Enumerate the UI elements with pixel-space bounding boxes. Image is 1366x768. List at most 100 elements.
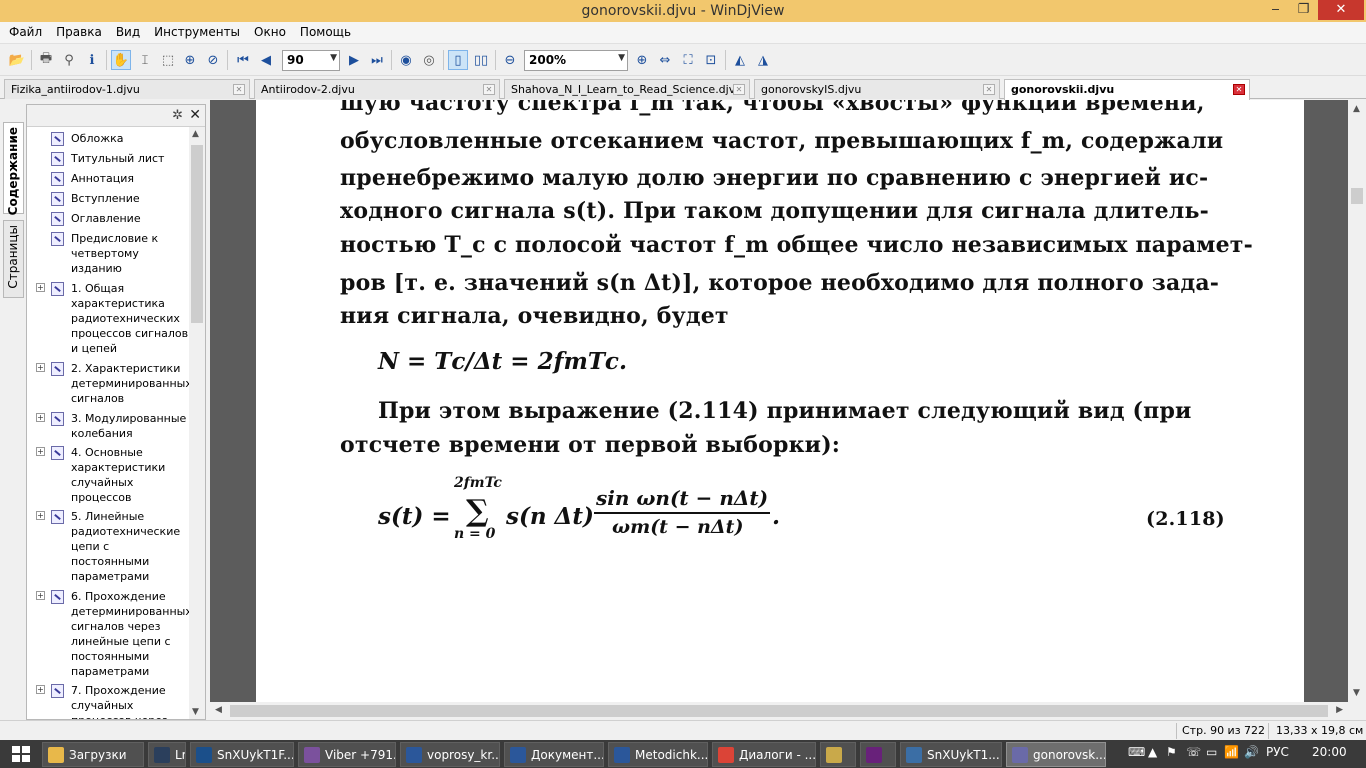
zoom-in-tool-icon[interactable]: ⊕: [180, 50, 200, 70]
flag-icon[interactable]: ⚑: [1166, 745, 1177, 759]
zoom-out-icon[interactable]: ⊖: [500, 50, 520, 70]
close-icon[interactable]: ✕: [733, 84, 745, 95]
expand-icon[interactable]: +: [36, 685, 45, 694]
scroll-thumb[interactable]: [1351, 188, 1363, 204]
vertical-scrollbar[interactable]: ▲ ▼: [1348, 100, 1366, 702]
taskbar-app[interactable]: voprosy_kr...: [400, 742, 500, 767]
tab-gonorovskyis[interactable]: gonorovskyIS.djvu ✕: [754, 79, 1000, 99]
taskbar-app[interactable]: [820, 742, 856, 767]
battery-icon[interactable]: ▭: [1206, 745, 1217, 759]
menu-tools[interactable]: Инструменты: [147, 22, 247, 42]
hand-tool-icon[interactable]: ✋: [111, 50, 131, 70]
scroll-thumb[interactable]: [230, 705, 1328, 717]
taskbar-app[interactable]: Viber +791...: [298, 742, 396, 767]
taskbar-app[interactable]: Документ...: [504, 742, 604, 767]
tab-fizika[interactable]: Fizika_antiirodov-1.djvu ✕: [4, 79, 250, 99]
network-icon[interactable]: 📶: [1224, 745, 1239, 759]
chevron-down-icon[interactable]: ▼: [1353, 688, 1360, 698]
expand-icon[interactable]: +: [36, 413, 45, 422]
menu-window[interactable]: Окно: [247, 22, 293, 42]
status-divider: [1176, 723, 1177, 739]
chevron-down-icon[interactable]: ▼: [330, 53, 337, 63]
back-icon[interactable]: ◉: [396, 50, 416, 70]
close-icon[interactable]: ✕: [233, 84, 245, 95]
document-view[interactable]: шую частоту спектра f_m так, чтобы «хвос…: [210, 100, 1348, 702]
tab-pages[interactable]: Страницы: [3, 220, 24, 298]
menu-edit[interactable]: Правка: [49, 22, 109, 42]
gear-icon[interactable]: ✲: [172, 108, 183, 123]
bookmark-icon: [51, 362, 64, 376]
viber-tray-icon[interactable]: ☏: [1186, 745, 1201, 759]
tab-shahova[interactable]: Shahova_N_I_Learn_to_Read_Science.djvu ✕: [504, 79, 750, 99]
open-icon[interactable]: 📂: [7, 50, 27, 70]
sidebar-scrollbar[interactable]: ▲ ▼: [189, 127, 205, 719]
page-number-input[interactable]: 90 ▼: [282, 50, 340, 71]
close-icon[interactable]: ✕: [1233, 84, 1245, 95]
prev-page-icon[interactable]: ◀: [256, 50, 276, 70]
rotate-left-icon[interactable]: ◭: [730, 50, 750, 70]
tab-antiirodov[interactable]: Antiirodov-2.djvu ✕: [254, 79, 500, 99]
start-icon[interactable]: [12, 746, 30, 762]
close-icon[interactable]: ✕: [189, 107, 201, 123]
bookmark-icon: [51, 446, 64, 460]
first-page-icon[interactable]: ⏮: [233, 50, 253, 70]
taskbar-app[interactable]: gonorovsk...: [1006, 742, 1106, 767]
title-bar: gonorovskii.djvu - WinDjView ‒ ❐ ✕: [0, 0, 1366, 22]
scroll-thumb[interactable]: [191, 145, 203, 323]
chevron-left-icon[interactable]: ◀: [215, 705, 222, 715]
menu-help[interactable]: Помощь: [293, 22, 358, 42]
expand-icon[interactable]: +: [36, 447, 45, 456]
arrow-up-icon[interactable]: ▲: [1148, 745, 1157, 759]
rotate-right-icon[interactable]: ◮: [753, 50, 773, 70]
tab-gonorovskii[interactable]: gonorovskii.djvu ✕: [1004, 79, 1250, 100]
fit-width-icon[interactable]: ⇔: [655, 50, 675, 70]
chevron-up-icon[interactable]: ▲: [192, 129, 199, 139]
zoom-in-icon[interactable]: ⊕: [632, 50, 652, 70]
menu-file[interactable]: Файл: [2, 22, 49, 42]
language-indicator[interactable]: РУС: [1266, 745, 1289, 759]
horizontal-scrollbar[interactable]: ◀ ▶: [210, 702, 1348, 720]
keyboard-icon[interactable]: ⌨: [1128, 745, 1145, 759]
text-select-icon[interactable]: 𝙸: [135, 50, 155, 70]
restore-button[interactable]: ❐: [1290, 0, 1317, 20]
rect-select-icon[interactable]: ⬚: [158, 50, 178, 70]
close-button[interactable]: ✕: [1318, 0, 1364, 20]
last-page-icon[interactable]: ⏭: [367, 50, 387, 70]
find-icon[interactable]: ⚲: [59, 50, 79, 70]
taskbar-app[interactable]: Lr: [148, 742, 186, 767]
fit-page-icon[interactable]: ⛶: [678, 50, 698, 70]
minimize-button[interactable]: ‒: [1262, 0, 1289, 20]
expand-icon[interactable]: +: [36, 363, 45, 372]
toolbar-separator: [106, 50, 107, 70]
single-page-icon[interactable]: ▯: [448, 50, 468, 70]
toolbar-separator: [495, 50, 496, 70]
zoom-rect-icon[interactable]: ⊘: [203, 50, 223, 70]
tab-contents[interactable]: Содержание: [3, 122, 24, 215]
close-icon[interactable]: ✕: [483, 84, 495, 95]
taskbar-app[interactable]: Metodichk...: [608, 742, 708, 767]
forward-icon[interactable]: ◎: [419, 50, 439, 70]
chevron-down-icon[interactable]: ▼: [192, 707, 199, 717]
chevron-up-icon[interactable]: ▲: [1353, 104, 1360, 114]
zoom-input[interactable]: 200% ▼: [524, 50, 628, 71]
taskbar-app[interactable]: Диалоги - ...: [712, 742, 816, 767]
close-icon[interactable]: ✕: [983, 84, 995, 95]
expand-icon[interactable]: +: [36, 591, 45, 600]
taskbar-app-label: Диалоги - ...: [739, 748, 816, 762]
expand-icon[interactable]: +: [36, 283, 45, 292]
volume-icon[interactable]: 🔊: [1244, 745, 1259, 759]
facing-pages-icon[interactable]: ▯▯: [471, 50, 491, 70]
chevron-right-icon[interactable]: ▶: [1336, 705, 1343, 715]
taskbar-app[interactable]: Загрузки: [42, 742, 144, 767]
info-icon[interactable]: ℹ: [82, 50, 102, 70]
print-icon[interactable]: 🖶: [36, 50, 56, 70]
taskbar-app[interactable]: SnXUykT1...: [900, 742, 1002, 767]
next-page-icon[interactable]: ▶: [344, 50, 364, 70]
menu-view[interactable]: Вид: [109, 22, 147, 42]
expand-icon[interactable]: +: [36, 511, 45, 520]
actual-size-icon[interactable]: ⊡: [701, 50, 721, 70]
taskbar-app[interactable]: SnXUykT1F...: [190, 742, 294, 767]
taskbar-app[interactable]: [860, 742, 896, 767]
chevron-down-icon[interactable]: ▼: [618, 53, 625, 63]
clock[interactable]: 20:00: [1312, 745, 1347, 759]
